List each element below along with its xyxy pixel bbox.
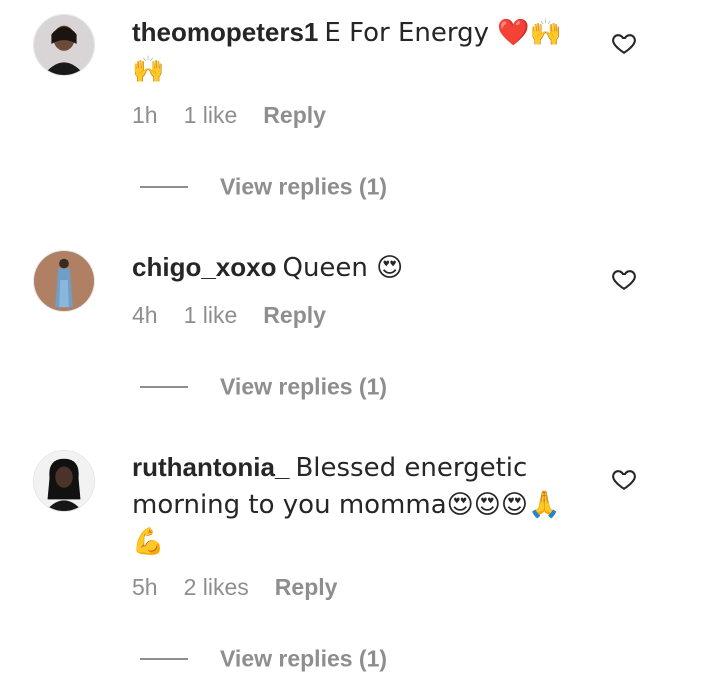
avatar[interactable] bbox=[33, 450, 95, 512]
comment-text-line3: 💪 bbox=[132, 527, 165, 557]
divider-line bbox=[140, 385, 188, 388]
comment-text: E For Energy ❤️🙌 bbox=[324, 18, 563, 48]
reply-button[interactable]: Reply bbox=[263, 102, 326, 129]
comment-meta: 5h 2 likes Reply bbox=[132, 574, 363, 601]
view-replies: View replies (1) bbox=[140, 644, 387, 672]
view-replies-button[interactable]: View replies (1) bbox=[220, 373, 387, 399]
like-heart-icon[interactable] bbox=[611, 466, 637, 492]
comment-time: 1h bbox=[132, 102, 158, 128]
avatar[interactable] bbox=[33, 250, 95, 312]
view-replies: View replies (1) bbox=[140, 172, 387, 200]
comment-body: theomopeters1 E For Energy ❤️🙌 🙌 bbox=[132, 14, 582, 88]
like-count[interactable]: 2 likes bbox=[184, 574, 249, 601]
comment-time: 5h bbox=[132, 574, 158, 600]
comment-meta: 1h 1 like Reply bbox=[132, 102, 352, 129]
comment-time: 4h bbox=[132, 302, 158, 328]
comment-meta: 4h 1 like Reply bbox=[132, 302, 352, 329]
divider-line bbox=[140, 657, 188, 660]
view-replies-button[interactable]: View replies (1) bbox=[220, 173, 387, 199]
avatar-image bbox=[34, 451, 94, 511]
comment-body: ruthantonia_ Blessed energetic morning to… bbox=[132, 449, 582, 560]
username[interactable]: ruthantonia_ bbox=[132, 452, 289, 482]
avatar-image bbox=[34, 15, 94, 75]
divider-line bbox=[140, 185, 188, 188]
comment-body: chigo_xoxo Queen 😍 bbox=[132, 249, 582, 286]
like-heart-icon[interactable] bbox=[611, 30, 637, 56]
username[interactable]: chigo_xoxo bbox=[132, 252, 276, 282]
comment-text-line2: 🙌 bbox=[132, 55, 165, 85]
avatar-image bbox=[34, 251, 94, 311]
like-count[interactable]: 1 like bbox=[184, 102, 238, 129]
like-heart-icon[interactable] bbox=[611, 266, 637, 292]
reply-button[interactable]: Reply bbox=[275, 574, 338, 601]
username[interactable]: theomopeters1 bbox=[132, 17, 318, 47]
comment-text: Queen 😍 bbox=[282, 253, 404, 283]
like-count[interactable]: 1 like bbox=[184, 302, 238, 329]
reply-button[interactable]: Reply bbox=[263, 302, 326, 329]
avatar[interactable] bbox=[33, 14, 95, 76]
view-replies: View replies (1) bbox=[140, 372, 387, 400]
comment-text: Blessed energetic bbox=[295, 453, 528, 483]
comment-text-line2: morning to you momma😍😍😍🙏 bbox=[132, 490, 561, 520]
view-replies-button[interactable]: View replies (1) bbox=[220, 645, 387, 671]
